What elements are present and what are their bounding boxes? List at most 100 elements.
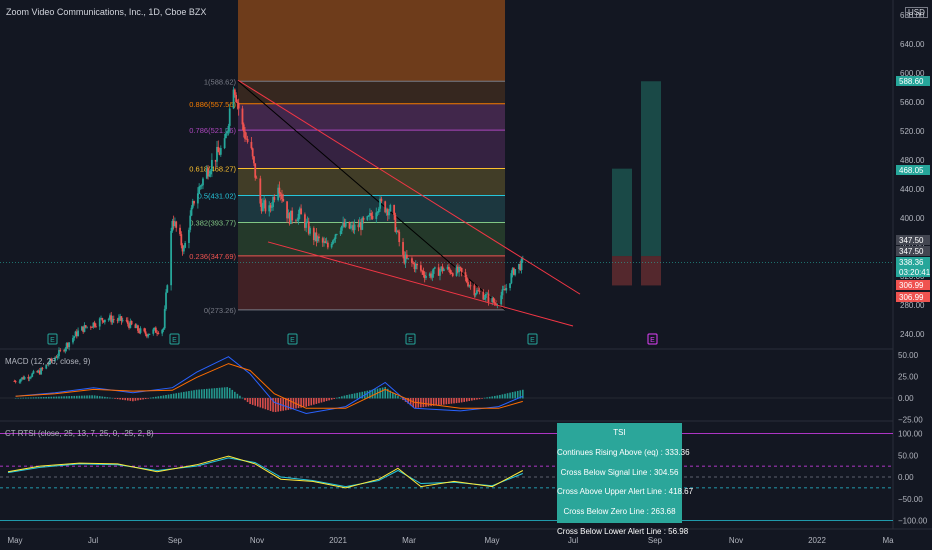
price-tag-label: 306.99 bbox=[899, 281, 924, 290]
macd-histogram-bar bbox=[338, 397, 341, 399]
fib-zone bbox=[238, 130, 505, 169]
macd-histogram-bar bbox=[30, 397, 32, 399]
fib-level-label: 0.382(393.77) bbox=[189, 219, 236, 228]
tsi-tick-label: −50.00 bbox=[898, 495, 923, 504]
candle-body bbox=[31, 373, 34, 377]
macd-histogram-bar bbox=[98, 396, 101, 399]
price-tick-label: 280.00 bbox=[900, 301, 925, 310]
currency-label[interactable]: USD bbox=[905, 7, 928, 18]
tsi-title[interactable]: CT RTSI (close, 25, 13, 7, 25, 0, -25, 2… bbox=[5, 429, 154, 438]
price-tag-label: 306.99 bbox=[899, 293, 924, 302]
macd-histogram-bar bbox=[144, 398, 147, 400]
macd-histogram-bar bbox=[394, 394, 397, 399]
symbol-title[interactable]: Zoom Video Communications, Inc., 1D, Cbo… bbox=[6, 7, 206, 17]
macd-histogram-bar bbox=[343, 395, 346, 399]
macd-histogram-bar bbox=[516, 390, 519, 399]
candle-body bbox=[223, 138, 226, 149]
candle-body bbox=[332, 240, 334, 244]
macd-histogram-bar bbox=[333, 398, 336, 399]
candle-body bbox=[107, 319, 110, 320]
candle-body bbox=[30, 376, 32, 378]
macd-histogram-bar bbox=[78, 395, 81, 399]
candle-body bbox=[334, 234, 337, 240]
macd-histogram-bar bbox=[244, 398, 246, 401]
price-tag-label: 347.50 bbox=[899, 236, 924, 245]
candle-body bbox=[157, 333, 160, 334]
macd-histogram-bar bbox=[132, 398, 134, 402]
price-tick-label: 640.00 bbox=[900, 40, 925, 49]
candle-body bbox=[377, 208, 380, 213]
macd-histogram-bar bbox=[185, 391, 188, 399]
macd-histogram-bar bbox=[522, 389, 524, 399]
candle-body bbox=[419, 265, 422, 271]
tsi-alert-panel: TSI Continues Rising Above (eq) : 333.36… bbox=[557, 423, 693, 536]
macd-histogram-bar bbox=[351, 393, 353, 399]
macd-histogram-bar bbox=[239, 395, 241, 399]
trading-chart[interactable]: 1(588.62)0.886(557.56)0.786(521.26)0.618… bbox=[0, 0, 932, 550]
candle-body bbox=[510, 273, 513, 284]
candle-body bbox=[281, 194, 283, 200]
candle-body bbox=[152, 329, 155, 334]
candle-body bbox=[398, 231, 401, 243]
candle-body bbox=[261, 202, 264, 212]
fib-level-label: 0.236(347.69) bbox=[189, 252, 236, 261]
earnings-marker-label: E bbox=[530, 337, 535, 344]
macd-tick-label: 25.00 bbox=[898, 373, 919, 382]
tsi-alert-line: Continues Rising Above (eq) : 333.36 bbox=[557, 447, 690, 457]
macd-histogram-bar bbox=[448, 398, 450, 405]
candle-body bbox=[433, 267, 436, 269]
candle-body bbox=[405, 254, 408, 259]
macd-histogram-bar bbox=[14, 398, 17, 399]
candle-body bbox=[143, 328, 146, 332]
candle-body bbox=[451, 273, 454, 276]
macd-histogram-bar bbox=[134, 398, 137, 401]
macd-tick-label: 50.00 bbox=[898, 351, 919, 360]
candle-body bbox=[484, 294, 487, 298]
candle-body bbox=[297, 213, 300, 221]
macd-histogram-bar bbox=[310, 398, 313, 406]
candle-body bbox=[393, 205, 396, 216]
macd-histogram-bar bbox=[19, 397, 22, 399]
macd-histogram-bar bbox=[445, 398, 448, 405]
macd-histogram-bar bbox=[190, 390, 193, 399]
macd-histogram-bar bbox=[58, 396, 60, 399]
tsi-tick-label: 100.00 bbox=[898, 430, 923, 439]
candle-body bbox=[190, 207, 193, 216]
macd-histogram-bar bbox=[458, 398, 460, 403]
earnings-markers[interactable]: EEEEEE bbox=[47, 333, 658, 345]
candle-body bbox=[448, 266, 450, 270]
macd-histogram-bar bbox=[328, 398, 330, 401]
candle-body bbox=[474, 293, 477, 296]
chart-canvas[interactable]: 1(588.62)0.886(557.56)0.786(521.26)0.618… bbox=[0, 0, 932, 550]
fib-level-label: 0(273.26) bbox=[204, 306, 237, 315]
candle-body bbox=[442, 269, 445, 272]
macd-histogram-bar bbox=[142, 398, 144, 400]
candle-body bbox=[101, 318, 104, 321]
macd-histogram-bar bbox=[70, 396, 73, 399]
fib-level-label: 0.5(431.02) bbox=[198, 192, 237, 201]
macd-histogram-bar bbox=[397, 395, 399, 399]
macd-histogram-bar bbox=[109, 397, 111, 399]
candle-body bbox=[98, 318, 101, 327]
candle-body bbox=[296, 220, 299, 222]
macd-histogram-bar bbox=[47, 396, 50, 399]
macd-histogram-bar bbox=[473, 398, 476, 401]
macd-histogram-bar bbox=[443, 398, 445, 405]
price-tick-label: 480.00 bbox=[900, 156, 925, 165]
time-tick-label: 2022 bbox=[808, 536, 826, 545]
macd-histogram-bar bbox=[427, 398, 430, 407]
macd-title[interactable]: MACD (12, 26, close, 9) bbox=[5, 357, 90, 366]
candle-body bbox=[93, 322, 96, 327]
time-tick-label: Nov bbox=[250, 536, 264, 545]
macd-histogram-bar bbox=[234, 391, 236, 399]
macd-histogram-bar bbox=[200, 389, 203, 399]
macd-histogram-bar bbox=[381, 387, 384, 399]
macd-histogram-bar bbox=[170, 394, 172, 399]
macd-histogram-bar bbox=[188, 391, 190, 399]
tsi-pane[interactable] bbox=[0, 433, 893, 521]
macd-pane[interactable] bbox=[0, 356, 893, 415]
candle-body bbox=[309, 228, 311, 234]
macd-histogram-bar bbox=[60, 396, 63, 399]
macd-histogram-bar bbox=[259, 398, 262, 408]
macd-histogram-bar bbox=[175, 393, 178, 399]
